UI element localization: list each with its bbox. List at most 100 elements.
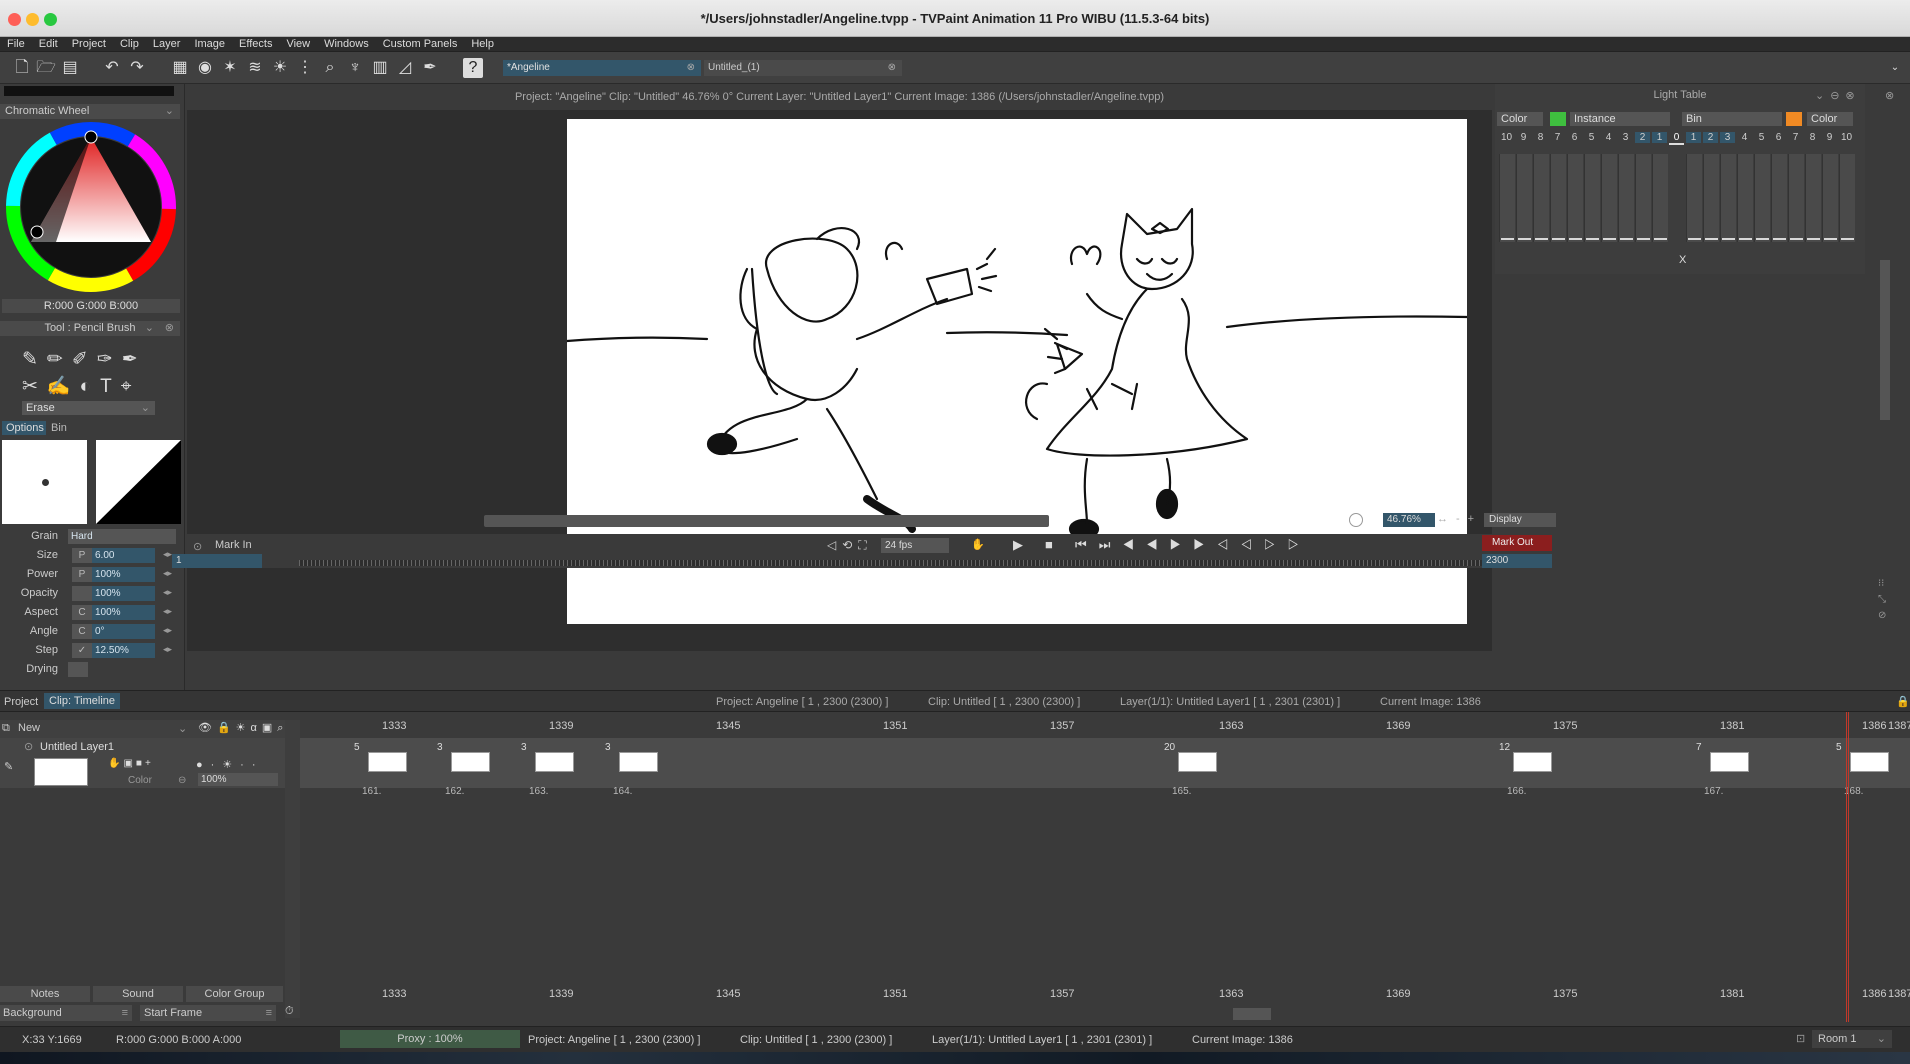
mode-select[interactable]: Erase ⌄ (22, 401, 155, 415)
lt-frame-l-3[interactable]: 3 (1618, 132, 1633, 143)
pencil-tool-icon[interactable]: ✏ (47, 349, 72, 370)
lt-frame-l-8[interactable]: 8 (1533, 132, 1548, 143)
play-button[interactable]: ▶ (1013, 537, 1023, 553)
prop-pressure-toggle[interactable]: ✓ (72, 643, 92, 658)
lt-instance-select[interactable]: Instance (1570, 112, 1670, 126)
lt-opacity-slider[interactable] (1771, 154, 1787, 242)
lt-opacity-slider[interactable] (1550, 154, 1566, 242)
lt-frame-r-4[interactable]: 4 (1737, 132, 1752, 143)
layers-icon[interactable]: ≋ (245, 58, 265, 78)
lt-frame-r-2[interactable]: 2 (1703, 132, 1718, 143)
sliders-icon[interactable]: ⋮ (295, 58, 315, 78)
exposure-thumbnail[interactable] (451, 752, 490, 772)
lt-bin-select[interactable]: Bin (1682, 112, 1782, 126)
menu-project[interactable]: Project (65, 37, 113, 52)
grain-select[interactable]: Hard (68, 529, 176, 544)
chromatic-wheel[interactable] (6, 122, 176, 292)
green-swatch[interactable] (1550, 112, 1566, 126)
lt-opacity-slider[interactable] (1839, 154, 1855, 242)
prop-value-field[interactable]: 6.00 (92, 548, 155, 563)
prop-arrows-icon[interactable]: ◂▸ (163, 568, 172, 579)
mark-out-button[interactable]: Mark Out (1482, 535, 1552, 551)
layer-header-icons[interactable]: 👁🔒☀α▣⌕ (198, 721, 288, 735)
reset-view-icon[interactable] (1349, 513, 1363, 527)
lt-opacity-slider[interactable] (1737, 154, 1753, 242)
tab-untitled[interactable]: Untitled_(1) ⊗ (704, 60, 902, 76)
ruler-bottom-tick[interactable]: 1357 (1050, 988, 1074, 1000)
layer-toggle-icon[interactable]: ⊙ (24, 740, 33, 753)
close-tab-icon[interactable]: ⊗ (687, 60, 695, 76)
lt-opacity-slider[interactable] (1788, 154, 1804, 242)
lt-frame-c-0[interactable]: 0 (1669, 132, 1684, 145)
ruler-bottom-tick[interactable]: 1387 (1888, 988, 1910, 1000)
lt-frame-r-8[interactable]: 8 (1805, 132, 1820, 143)
prop-arrows-icon[interactable]: ◂▸ (163, 549, 172, 560)
ruler-bottom-tick[interactable]: 1369 (1386, 988, 1410, 1000)
ruler-top-tick[interactable]: 1339 (549, 720, 573, 732)
prop-value-field[interactable]: 100% (92, 567, 155, 582)
vertical-scrollbar[interactable] (1880, 260, 1890, 420)
layer-mode-icons[interactable]: ✋▣■+ (108, 758, 154, 769)
lt-reset-x[interactable]: X (1679, 254, 1686, 266)
sound-loop-icons[interactable]: ◁⟲⛶ (827, 538, 873, 553)
color-panel-header[interactable]: Chromatic Wheel ⌄ (0, 104, 180, 119)
close-icon[interactable]: ⊗ (1885, 89, 1894, 102)
mark-in-label[interactable]: Mark In (215, 539, 252, 551)
lt-opacity-slider[interactable] (1499, 154, 1515, 242)
brush-tool-icon[interactable]: ✑ (97, 349, 122, 370)
ruler-bottom-tick[interactable]: 1333 (382, 988, 406, 1000)
ruler-top-tick[interactable]: 1386 (1862, 720, 1886, 732)
menu-help[interactable]: Help (464, 37, 501, 52)
light-bulb-icon[interactable]: ☀ (270, 58, 290, 78)
layer-visibility-icons[interactable]: ●·☀·· (196, 758, 264, 771)
color-palette-icon[interactable]: ◉ (195, 58, 215, 78)
tab-project[interactable]: Project (4, 696, 38, 708)
lt-frame-r-3[interactable]: 3 (1720, 132, 1735, 143)
save-icon[interactable]: ▤ (60, 58, 80, 78)
layer-opacity-field[interactable]: 100% (198, 773, 278, 786)
search-icon[interactable]: ⌕ (320, 58, 340, 78)
graph-icon[interactable]: ◿ (395, 58, 415, 78)
help-icon[interactable]: ? (463, 58, 483, 78)
prop-arrows-icon[interactable]: ◂▸ (163, 606, 172, 617)
menu-custom-panels[interactable]: Custom Panels (376, 37, 465, 52)
ruler-bottom-tick[interactable]: 1363 (1219, 988, 1243, 1000)
tab-bin[interactable]: Bin (48, 422, 72, 435)
frame-ruler[interactable] (299, 560, 1484, 566)
toolbox-icon[interactable]: ▦ (170, 58, 190, 78)
close-tab-icon[interactable]: ⊗ (888, 60, 896, 76)
layer-color-icon[interactable]: ⊖ (178, 775, 186, 786)
menu-view[interactable]: View (279, 37, 317, 52)
prop-value-field[interactable]: 100% (92, 586, 155, 601)
undo-icon[interactable]: ↶ (102, 58, 122, 78)
zoom-controls[interactable]: ↔-+ (1437, 513, 1482, 525)
ruler-bottom-tick[interactable]: 1386 (1862, 988, 1886, 1000)
toolbar-menu-icon[interactable]: ⌄ (1885, 58, 1905, 78)
hand-icon[interactable]: ✋ (971, 538, 985, 551)
library-icon[interactable]: ▥ (370, 58, 390, 78)
stop-button[interactable]: ■ (1045, 537, 1053, 552)
lt-color-select-left[interactable]: Color (1497, 112, 1543, 126)
lt-frame-l-5[interactable]: 5 (1584, 132, 1599, 143)
brushes-icon[interactable]: ♆ (345, 58, 365, 78)
lt-opacity-slider[interactable] (1703, 154, 1719, 242)
lt-opacity-slider[interactable] (1720, 154, 1736, 242)
orange-swatch[interactable] (1786, 112, 1802, 126)
lt-frame-l-9[interactable]: 9 (1516, 132, 1531, 143)
menu-icon[interactable]: ≡ (266, 1005, 272, 1021)
ruler-top-tick[interactable]: 1357 (1050, 720, 1074, 732)
timeline-scrollbar[interactable] (1233, 1008, 1271, 1020)
menu-icon[interactable]: ≡ (122, 1005, 128, 1021)
exposure-thumbnail[interactable] (1710, 752, 1749, 772)
ruler-bottom-tick[interactable]: 1345 (716, 988, 740, 1000)
lt-opacity-slider[interactable] (1686, 154, 1702, 242)
exposure-thumbnail[interactable] (368, 752, 407, 772)
ruler-top-tick[interactable]: 1369 (1386, 720, 1410, 732)
prop-pressure-toggle[interactable] (72, 586, 92, 601)
pen-icon[interactable]: ✒ (420, 58, 440, 78)
tab-angeline[interactable]: *Angeline ⊗ (503, 60, 701, 76)
canvas-area[interactable]: Project: "Angeline" Clip: "Untitled" 46.… (172, 84, 1556, 651)
mark-in-icon[interactable]: ⊙ (193, 540, 202, 553)
lt-frame-r-6[interactable]: 6 (1771, 132, 1786, 143)
side-tools-icon[interactable]: ⁝⁝ ⤡ ⊘ (1878, 576, 1886, 624)
